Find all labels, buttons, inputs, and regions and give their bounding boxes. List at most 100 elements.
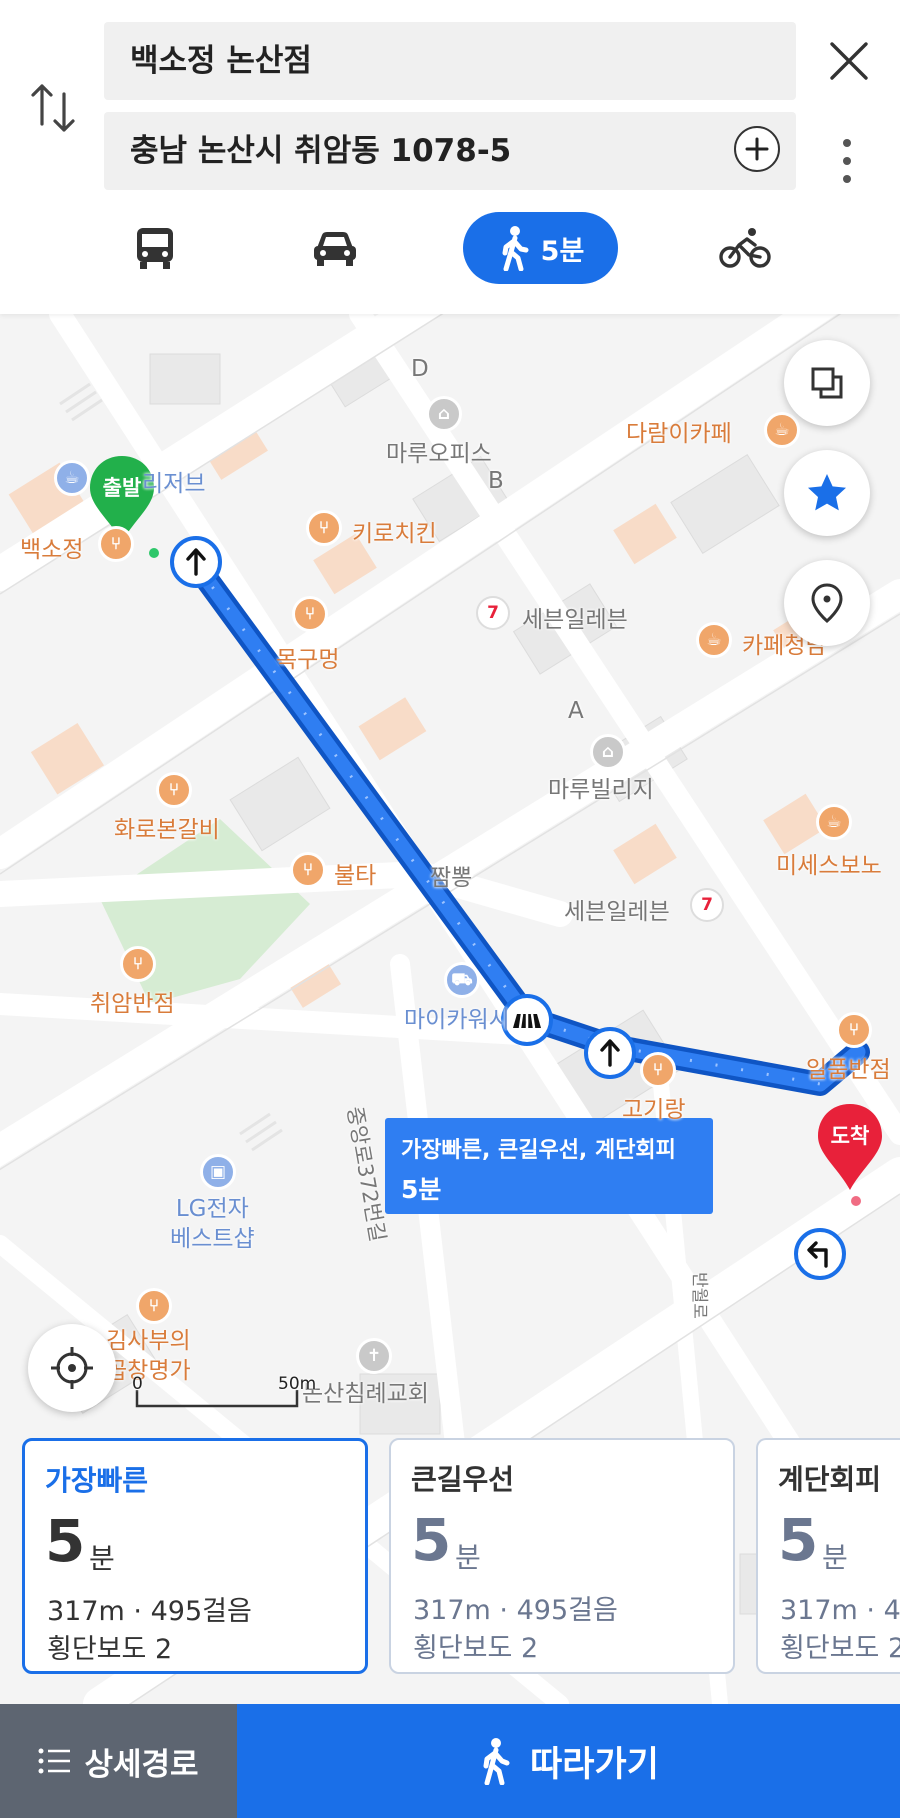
scale-end-label: 50m: [278, 1374, 317, 1394]
building-poi-icon: ⌂: [426, 396, 462, 432]
crosswalk-icon: [513, 1013, 541, 1029]
route-card-distance: 317m · 495걸음: [47, 1596, 252, 1627]
tab-bicycle[interactable]: [702, 212, 788, 284]
route-card-crosswalks: 횡단보도 2: [47, 1634, 173, 1665]
close-icon: [830, 42, 868, 80]
bus-icon: [137, 228, 173, 269]
detail-route-button[interactable]: 상세경로: [0, 1704, 237, 1818]
plus-icon: [745, 137, 769, 161]
favorite-button[interactable]: [784, 450, 870, 536]
origin-field[interactable]: 백소정 논산점: [104, 22, 796, 100]
poi-maru-village[interactable]: 마루빌리지: [548, 770, 654, 804]
route-card-avoid-stairs[interactable]: 계단회피 5 분 317m · 495걸음 횡단보도 2: [756, 1438, 900, 1674]
route-card-crosswalks: 횡단보도 2: [780, 1633, 900, 1664]
detail-route-label: 상세경로: [84, 1746, 199, 1783]
road-label-small: 반월로: [689, 1272, 709, 1319]
poi-daram-cafe[interactable]: 다람이카페: [626, 414, 732, 448]
scale-start-label: 0: [132, 1374, 143, 1394]
restaurant-poi-icon: ⑂: [98, 526, 134, 562]
poi-lg-store[interactable]: LG전자 베스트샵: [170, 1194, 255, 1254]
map-layer-button[interactable]: [784, 340, 870, 426]
poi-seven-eleven-2[interactable]: 세븐일레븐: [564, 892, 670, 926]
route-card-time: 5: [778, 1506, 819, 1574]
restaurant-poi-icon: ⑂: [836, 1012, 872, 1048]
route-turn-straight-marker[interactable]: [170, 536, 222, 588]
route-card-name: 가장빠른: [45, 1464, 149, 1497]
turn-left-icon: [807, 1241, 828, 1268]
origin-text: 백소정 논산점: [130, 43, 312, 79]
end-pin[interactable]: 도착: [816, 1102, 884, 1192]
cafe-poi-icon: ☕: [764, 412, 800, 448]
add-waypoint-button[interactable]: [734, 126, 780, 172]
end-pin-label: 도착: [830, 1124, 870, 1148]
destination-text: 충남 논산시 취암동 1078-5: [130, 133, 512, 169]
more-vertical-icon: [843, 139, 851, 183]
poi-seven-eleven-1[interactable]: 세븐일레븐: [522, 600, 628, 634]
route-card-time-unit: 분: [455, 1541, 481, 1574]
convenience-store-poi-icon: 7: [476, 596, 510, 630]
swap-route-button[interactable]: [28, 80, 78, 136]
layers-icon: [811, 367, 843, 399]
tab-walk[interactable]: 5분: [463, 212, 618, 284]
route-turn-straight-marker-2[interactable]: [584, 1027, 636, 1079]
restaurant-poi-icon: ⑂: [120, 946, 156, 982]
route-turn-left-marker[interactable]: [794, 1228, 846, 1280]
route-card-fastest[interactable]: 가장빠른 5 분 317m · 495걸음 횡단보도 2: [22, 1438, 368, 1674]
tab-transit[interactable]: [112, 212, 198, 284]
route-card-distance: 317m · 495걸음: [413, 1595, 618, 1626]
star-icon: [808, 474, 846, 511]
arrow-up-icon: [600, 1039, 620, 1067]
route-label-title: 가장빠른, 큰길우선, 계단회피: [401, 1138, 676, 1163]
follow-route-button[interactable]: 따라가기: [237, 1704, 900, 1818]
poi-gogirang[interactable]: 고기랑: [622, 1090, 685, 1124]
route-search-header: 백소정 논산점 충남 논산시 취암동 1078-5 5분: [0, 0, 900, 314]
route-card-time: 5: [411, 1506, 452, 1574]
church-poi-icon: ✝: [356, 1338, 392, 1374]
more-options-button[interactable]: [836, 136, 858, 186]
poi-bulta[interactable]: 불타: [334, 856, 376, 890]
poi-church[interactable]: 논산침례교회: [302, 1374, 429, 1408]
route-card-time-unit: 분: [822, 1541, 848, 1574]
route-card-name: 큰길우선: [411, 1463, 515, 1496]
poi-chwiam-banjeom[interactable]: 취암반점: [90, 984, 175, 1018]
car-icon: [314, 232, 356, 266]
poi-baeksojeong[interactable]: 백소정: [20, 530, 83, 564]
destination-field[interactable]: 충남 논산시 취암동 1078-5: [104, 112, 796, 190]
restaurant-poi-icon: ⑂: [640, 1052, 676, 1088]
route-card-main-road[interactable]: 큰길우선 5 분 317m · 495걸음 횡단보도 2: [389, 1438, 735, 1674]
poi-reserve[interactable]: 리저브: [142, 464, 205, 498]
poi-misesbono[interactable]: 미세스보노: [776, 846, 882, 880]
list-icon: [38, 1748, 71, 1774]
poi-block-a: A: [568, 698, 584, 724]
poi-kiro-chicken[interactable]: 키로치킨: [352, 514, 437, 548]
poi-jjamppong[interactable]: 짬뽕: [430, 858, 472, 892]
poi-mokgumeong[interactable]: 목구멍: [276, 640, 339, 674]
swap-icon: [31, 84, 75, 132]
poi-block-d: D: [411, 356, 429, 382]
follow-route-label: 따라가기: [530, 1744, 659, 1785]
poi-hwaro-galbi[interactable]: 화로본갈비: [114, 810, 220, 844]
walk-time: 5분: [540, 235, 585, 267]
cafe-poi-icon: ☕: [816, 804, 852, 840]
close-button[interactable]: [826, 38, 872, 84]
restaurant-poi-icon: ⑂: [156, 772, 192, 808]
cafe-poi-icon: ☕: [696, 622, 732, 658]
electronics-poi-icon: ▣: [200, 1154, 236, 1190]
route-card-name: 계단회피: [778, 1463, 882, 1496]
poi-maru-office[interactable]: 마루오피스: [386, 434, 492, 468]
bicycle-icon: [719, 228, 771, 268]
poi-block-b: B: [488, 468, 504, 494]
route-info-label[interactable]: 가장빠른, 큰길우선, 계단회피 5분: [385, 1118, 713, 1214]
arrow-up-icon: [186, 548, 206, 576]
poi-ilpum-banjeom[interactable]: 일품반점: [806, 1050, 891, 1084]
current-location-button[interactable]: [28, 1324, 116, 1412]
route-card-distance: 317m · 495걸음: [780, 1595, 900, 1626]
route-card-crosswalks: 횡단보도 2: [413, 1633, 539, 1664]
convenience-store-poi-icon: 7: [690, 888, 724, 922]
start-point-dot: [149, 548, 159, 558]
poi-my-carwash[interactable]: 마이카워시: [404, 1000, 510, 1034]
location-pin-button[interactable]: [784, 560, 870, 646]
location-pin-icon: [811, 583, 843, 623]
poi-kimsabu[interactable]: 김사부의 곱창명가: [106, 1326, 191, 1386]
tab-car[interactable]: [292, 212, 378, 284]
